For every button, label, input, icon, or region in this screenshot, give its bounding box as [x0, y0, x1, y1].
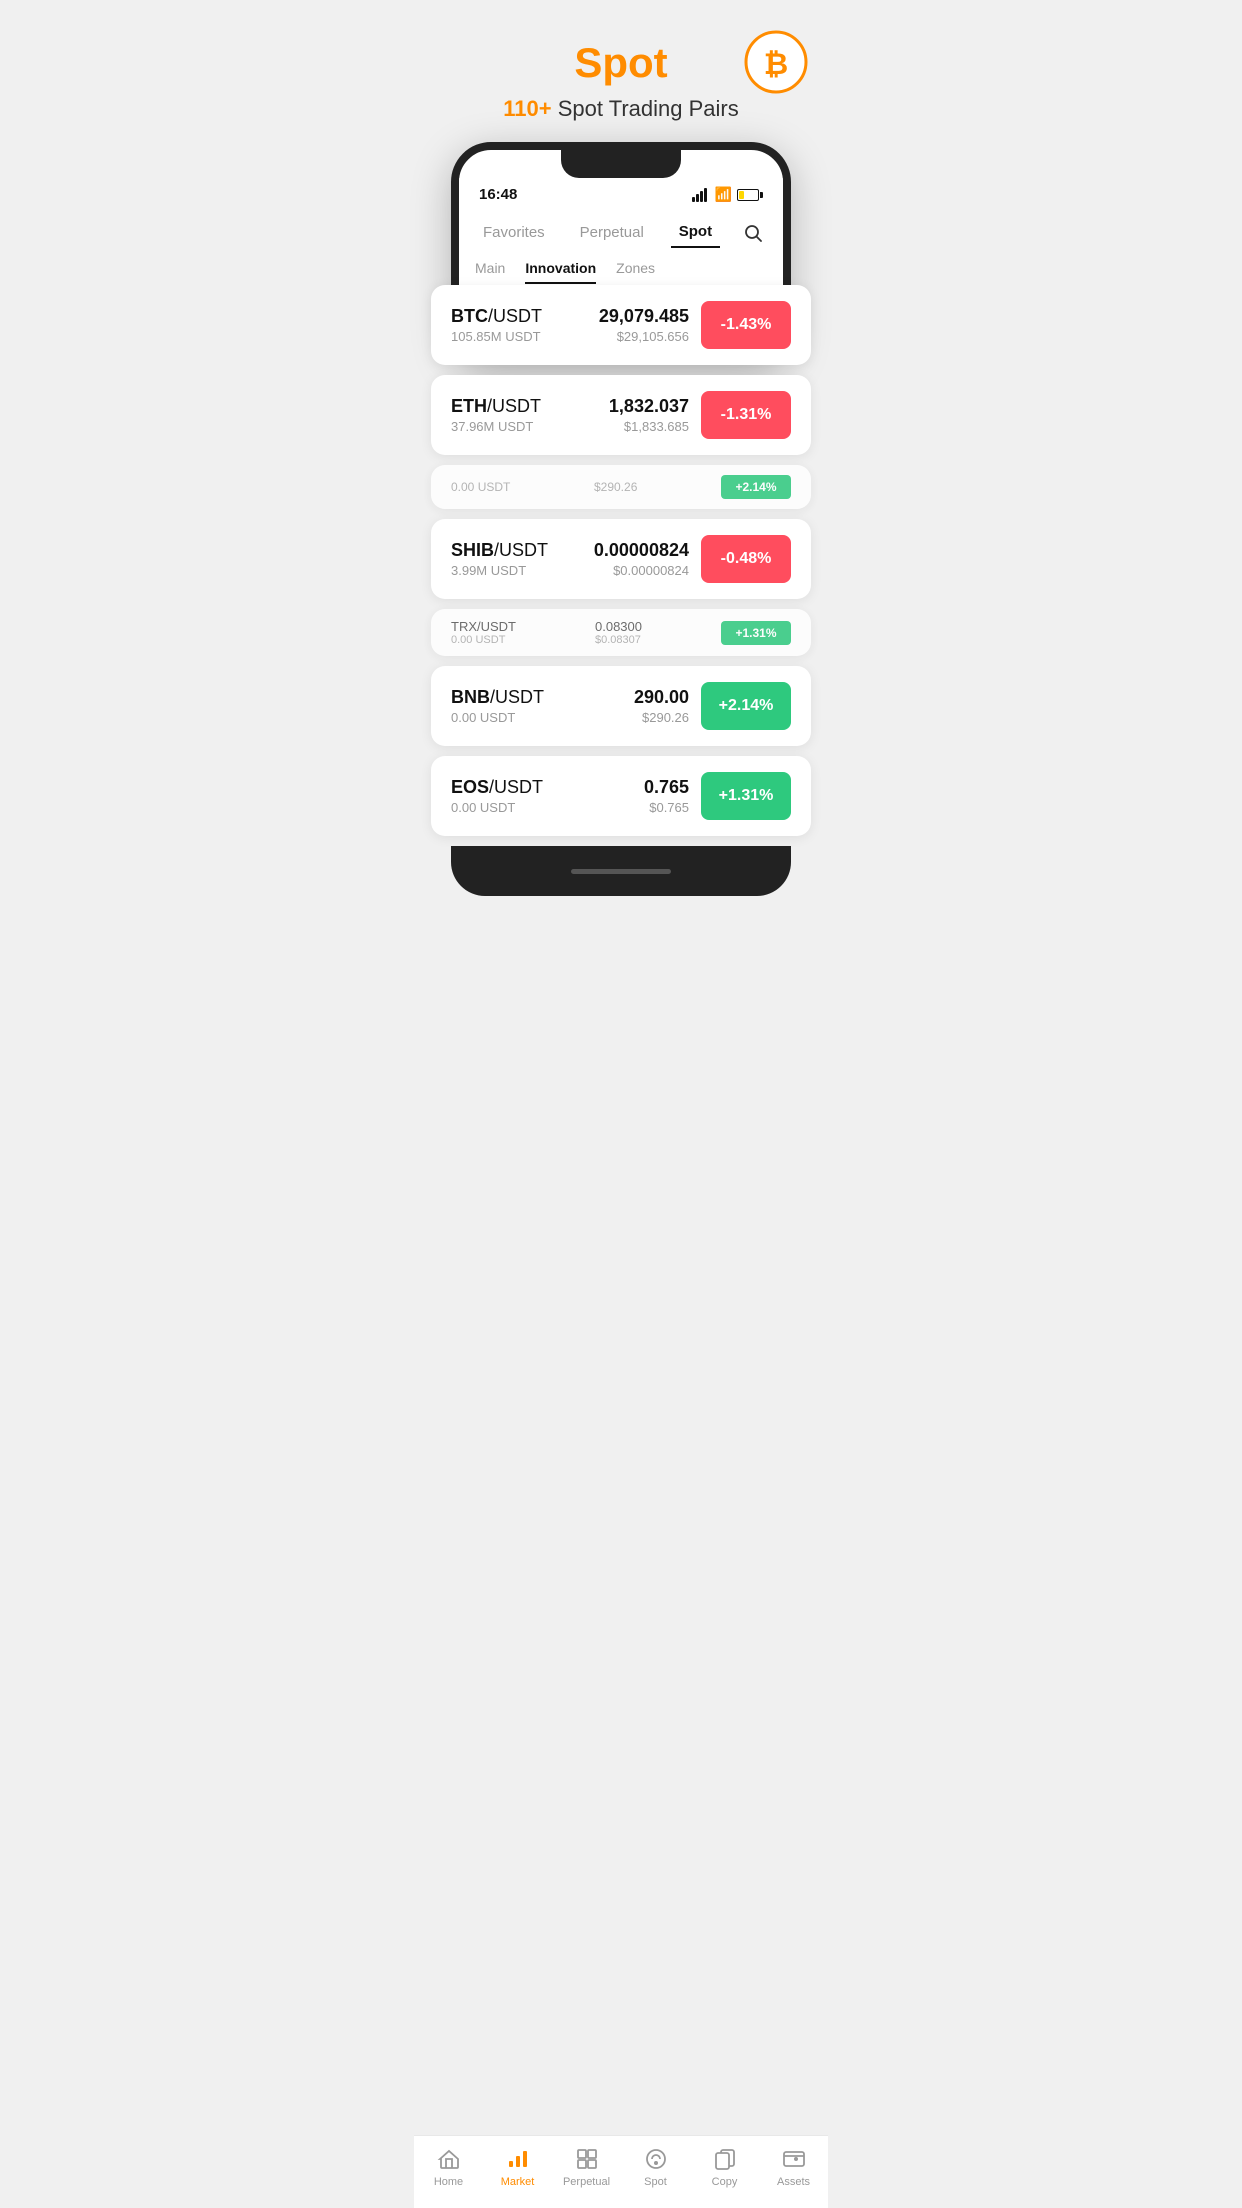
trade-card-eth[interactable]: ETH/USDT 37.96M USDT 1,832.037 $1,833.68…: [431, 375, 811, 455]
status-bar: 16:48 📶: [459, 178, 783, 207]
card-left-btc: BTC/USDT 105.85M USDT: [451, 306, 570, 344]
card-price-shib: 0.00000824 $0.00000824: [570, 540, 689, 578]
card-left-shib: SHIB/USDT 3.99M USDT: [451, 540, 570, 578]
wifi-icon: 📶: [715, 186, 732, 203]
card-volume-bnb: 0.00 USDT: [451, 710, 570, 725]
search-button[interactable]: [739, 219, 767, 247]
subtitle-rest: Spot Trading Pairs: [552, 96, 739, 121]
card-change-eos: +1.31%: [701, 772, 791, 820]
tab-perpetual[interactable]: Perpetual: [572, 218, 652, 247]
subtab-zones[interactable]: Zones: [616, 256, 655, 284]
card-price-eos: 0.765 $0.765: [570, 777, 689, 815]
card-left-bnb: BNB/USDT 0.00 USDT: [451, 687, 570, 725]
sub-tabs: Main Innovation Zones: [459, 248, 783, 284]
card-symbol-bnb: BNB/USDT: [451, 687, 570, 708]
status-time: 16:48: [479, 186, 517, 203]
subtab-main[interactable]: Main: [475, 256, 505, 284]
card-change-shib: -0.48%: [701, 535, 791, 583]
nav-home-label: Home: [434, 2176, 463, 2188]
card-symbol-btc: BTC/USDT: [451, 306, 570, 327]
card-volume-btc: 105.85M USDT: [451, 329, 570, 344]
partial-row-middle: 0.00 USDT $290.26 +2.14%: [431, 465, 811, 509]
nav-perpetual-label: Perpetual: [563, 2176, 610, 2188]
nav-assets[interactable]: Assets: [759, 2146, 828, 2188]
card-price-eth: 1,832.037 $1,833.685: [570, 396, 689, 434]
subtab-innovation[interactable]: Innovation: [525, 256, 596, 284]
trade-card-eos[interactable]: EOS/USDT 0.00 USDT 0.765 $0.765 +1.31%: [431, 756, 811, 836]
partial-row-trx: TRX/USDT 0.00 USDT 0.08300 $0.08307 +1.3…: [431, 609, 811, 656]
nav-market-label: Market: [501, 2176, 535, 2188]
card-price-bnb: 290.00 $290.26: [570, 687, 689, 725]
card-left-eth: ETH/USDT 37.96M USDT: [451, 396, 570, 434]
copy-icon: [712, 2146, 738, 2172]
svg-text:₿: ₿: [764, 48, 788, 81]
page-subtitle: 110+ Spot Trading Pairs: [434, 96, 808, 122]
card-price-btc: 29,079.485 $29,105.656: [570, 306, 689, 344]
market-nav-tabs: Favorites Perpetual Spot: [459, 207, 783, 248]
card-change-bnb: +2.14%: [701, 682, 791, 730]
nav-spot-label: Spot: [644, 2176, 667, 2188]
card-change-eth: -1.31%: [701, 391, 791, 439]
assets-icon: [781, 2146, 807, 2172]
nav-copy[interactable]: Copy: [690, 2146, 759, 2188]
card-symbol-eth: ETH/USDT: [451, 396, 570, 417]
nav-spot[interactable]: Spot: [621, 2146, 690, 2188]
card-symbol-shib: SHIB/USDT: [451, 540, 570, 561]
battery-icon: [737, 189, 763, 201]
trade-card-btc[interactable]: BTC/USDT 105.85M USDT 29,079.485 $29,105…: [431, 285, 811, 365]
tab-favorites[interactable]: Favorites: [475, 218, 553, 247]
perpetual-icon: [574, 2146, 600, 2172]
nav-market[interactable]: Market: [483, 2146, 552, 2188]
signal-bars-icon: [692, 188, 707, 202]
card-change-btc: -1.43%: [701, 301, 791, 349]
phone-bottom-stub: [451, 846, 791, 896]
trade-cards-container: BTC/USDT 105.85M USDT 29,079.485 $29,105…: [431, 285, 811, 896]
partial-change-green: +2.14%: [721, 475, 791, 499]
trade-card-bnb[interactable]: BNB/USDT 0.00 USDT 290.00 $290.26 +2.14%: [431, 666, 811, 746]
card-volume-shib: 3.99M USDT: [451, 563, 570, 578]
bottom-navigation: Home Market Perpetual: [414, 2135, 828, 2208]
card-left-eos: EOS/USDT 0.00 USDT: [451, 777, 570, 815]
trx-change-badge: +1.31%: [721, 621, 791, 645]
home-indicator: [571, 869, 671, 874]
spot-icon: [643, 2146, 669, 2172]
subtitle-highlight: 110+: [503, 96, 551, 121]
tab-spot[interactable]: Spot: [671, 217, 720, 248]
nav-assets-label: Assets: [777, 2176, 810, 2188]
card-volume-eos: 0.00 USDT: [451, 800, 570, 815]
market-icon: [505, 2146, 531, 2172]
trade-card-shib[interactable]: SHIB/USDT 3.99M USDT 0.00000824 $0.00000…: [431, 519, 811, 599]
card-volume-eth: 37.96M USDT: [451, 419, 570, 434]
nav-home[interactable]: Home: [414, 2146, 483, 2188]
card-symbol-eos: EOS/USDT: [451, 777, 570, 798]
nav-perpetual[interactable]: Perpetual: [552, 2146, 621, 2188]
bitcoin-icon: ₿: [744, 30, 808, 94]
home-icon: [436, 2146, 462, 2172]
status-icons: 📶: [692, 186, 763, 203]
nav-copy-label: Copy: [712, 2176, 738, 2188]
